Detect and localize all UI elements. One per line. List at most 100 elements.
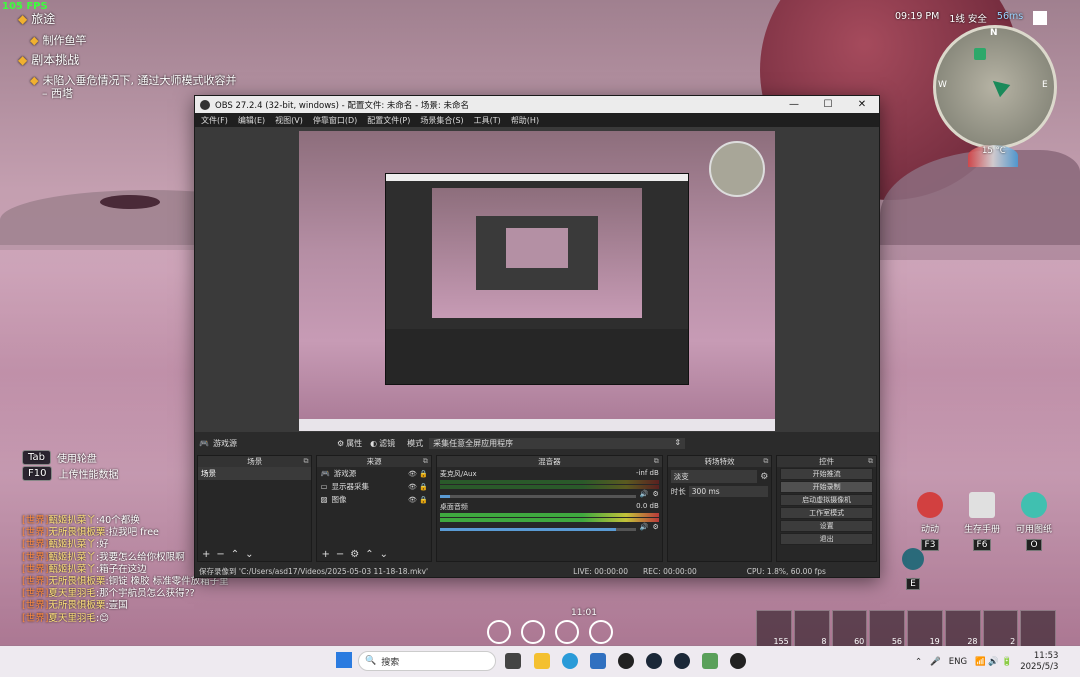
source-item[interactable]: 🎮 游戏源 👁 🔒 — [317, 467, 430, 480]
control-button[interactable]: 工作室模式 — [780, 507, 873, 519]
popout-icon[interactable]: ⧉ — [868, 456, 873, 467]
gear-icon[interactable]: ⚙ — [760, 472, 768, 482]
source-item[interactable]: ▭ 显示器采集 👁 🔒 — [317, 480, 430, 493]
hotbar-slot[interactable]: 2 — [982, 610, 1019, 648]
eye-lock-icons[interactable]: 👁 🔒 — [408, 470, 428, 478]
steam-icon[interactable] — [646, 653, 662, 669]
extra-slot[interactable]: E — [900, 548, 926, 590]
menu-item[interactable]: 工具(T) — [474, 115, 501, 126]
app-icon[interactable] — [618, 653, 634, 669]
clock[interactable]: 11:53 2025/5/3 — [1020, 651, 1058, 673]
image-icon: ▨ — [320, 495, 328, 504]
source-item[interactable]: ▨ 图像 👁 🔒 — [317, 493, 430, 506]
transition-select[interactable]: 淡变 — [670, 470, 758, 483]
ability-slot[interactable]: 生存手册 F6 — [962, 492, 1002, 551]
eye-lock-icons[interactable]: 👁 🔒 — [408, 483, 428, 491]
preview-canvas[interactable] — [299, 131, 775, 431]
file-explorer-icon[interactable] — [534, 653, 550, 669]
hotbar-slot[interactable]: 56 — [869, 610, 905, 648]
control-button[interactable]: 启动虚拟摄像机 — [780, 494, 873, 506]
menu-item[interactable]: 帮助(H) — [511, 115, 539, 126]
store-icon[interactable] — [590, 653, 606, 669]
minimize-button[interactable]: — — [777, 99, 811, 110]
scenes-footer: + − ⌃ ⌄ — [198, 547, 311, 561]
down-icon[interactable]: ⌄ — [380, 549, 388, 560]
filters-button[interactable]: 滤镜 — [379, 438, 395, 449]
quest-title: ◆ 旅途 — [18, 12, 56, 26]
gear-icon[interactable]: ⚙ — [653, 490, 659, 498]
game-icon[interactable] — [702, 653, 718, 669]
menu-item[interactable]: 场景集合(S) — [420, 115, 463, 126]
preview-area — [195, 127, 879, 432]
control-button[interactable]: 开始录制 — [780, 481, 873, 493]
obs-titlebar[interactable]: OBS 27.2.4 (32-bit, windows) - 配置文件: 未命名… — [195, 96, 879, 113]
menu-item[interactable]: 停靠窗口(D) — [313, 115, 357, 126]
search-box[interactable]: 🔍 搜索 — [358, 651, 496, 671]
close-button[interactable]: ✕ — [845, 99, 879, 110]
start-icon[interactable] — [336, 652, 352, 668]
down-icon[interactable]: ⌄ — [245, 549, 253, 560]
speaker-icon[interactable]: 🔊 — [640, 490, 649, 498]
menu-item[interactable]: 视图(V) — [275, 115, 303, 126]
ability-slot[interactable]: 可用图纸 O — [1014, 492, 1054, 551]
menu-item[interactable]: 文件(F) — [201, 115, 228, 126]
up-icon[interactable]: ⌃ — [231, 549, 239, 560]
mic-icon[interactable]: 🎤 — [930, 657, 941, 667]
add-icon[interactable]: + — [321, 549, 329, 560]
health-icon — [521, 620, 545, 644]
menu-item[interactable]: 编辑(E) — [238, 115, 265, 126]
edge-icon[interactable] — [562, 653, 578, 669]
blueprint-icon — [1021, 492, 1047, 518]
gamepad-icon: 🎮 — [320, 469, 330, 478]
obs-icon[interactable] — [730, 653, 746, 669]
add-icon[interactable]: + — [202, 549, 210, 560]
duration-input[interactable]: 300 ms — [688, 486, 769, 497]
slot-count: 155 — [773, 637, 789, 646]
popout-icon[interactable]: ⧉ — [654, 456, 659, 467]
temperature: 15 °C — [982, 146, 1006, 156]
hotbar-slot[interactable]: 19 — [907, 610, 943, 648]
speaker-icon[interactable]: 🔊 — [640, 523, 649, 531]
volume-slider[interactable] — [439, 495, 636, 498]
slot-count: 28 — [967, 637, 978, 646]
task-view-icon[interactable] — [505, 653, 521, 669]
search-icon: 🔍 — [365, 656, 377, 666]
popout-icon[interactable]: ⧉ — [303, 456, 308, 467]
docks: 场景 ⧉ 场景 + − ⌃ ⌄ 来源 ⧉ 🎮 游戏源 👁 🔒 ▭ 显示器采集 👁 🔒 ▨ 图像 👁 🔒… — [195, 455, 879, 562]
obs-window: OBS 27.2.4 (32-bit, windows) - 配置文件: 未命名… — [194, 95, 880, 578]
steam-icon[interactable] — [674, 653, 690, 669]
language[interactable]: ENG — [949, 657, 967, 667]
network-volume-icons[interactable]: 📶 🔊 🔋 — [975, 657, 1012, 667]
popout-icon[interactable]: ⧉ — [423, 456, 428, 467]
properties-button[interactable]: 属性 — [346, 438, 362, 449]
mode-select[interactable]: 采集任意全屏应用程序 ⇕ — [429, 437, 686, 449]
hotbar-slot[interactable]: 155 — [756, 610, 792, 648]
volume-slider[interactable] — [439, 528, 636, 531]
menu-item[interactable]: 配置文件(P) — [367, 115, 410, 126]
maximize-button[interactable]: ☐ — [811, 99, 845, 110]
hotbar-slot[interactable]: 28 — [944, 610, 981, 648]
chevron-up-icon[interactable]: ⌃ — [915, 657, 922, 667]
chevron-updown-icon: ⇕ — [674, 437, 682, 447]
book-icon — [969, 492, 995, 518]
hotbar-slot[interactable] — [1020, 610, 1056, 648]
hotbar-slot[interactable]: 60 — [831, 610, 868, 648]
mixer-channel: 桌面音频 0.0 dB 🔊 ⚙ — [439, 502, 659, 531]
gear-icon[interactable]: ⚙ — [653, 523, 659, 531]
grid-icon[interactable] — [1033, 11, 1048, 25]
gear-icon[interactable]: ⚙ — [350, 549, 359, 560]
control-button[interactable]: 退出 — [780, 533, 873, 545]
popout-icon[interactable]: ⧉ — [763, 456, 768, 467]
control-button[interactable]: 设置 — [780, 520, 873, 532]
eye-lock-icons[interactable]: 👁 🔒 — [408, 496, 428, 504]
scene-item[interactable]: 场景 — [198, 467, 312, 480]
remove-icon[interactable]: − — [216, 549, 224, 560]
control-button[interactable]: 开始推流 — [780, 468, 873, 480]
hotbar-slot[interactable]: 8 — [793, 610, 830, 648]
compass-west: W — [938, 80, 947, 90]
up-icon[interactable]: ⌃ — [365, 549, 373, 560]
preview-taskbar — [299, 419, 775, 431]
source-toolbar: 🎮 游戏源 ⚙ 属性 ◐ 滤镜 模式 采集任意全屏应用程序 ⇕ — [195, 436, 879, 450]
remove-icon[interactable]: − — [336, 549, 344, 560]
ability-slot[interactable]: 动动 F3 — [915, 492, 945, 551]
